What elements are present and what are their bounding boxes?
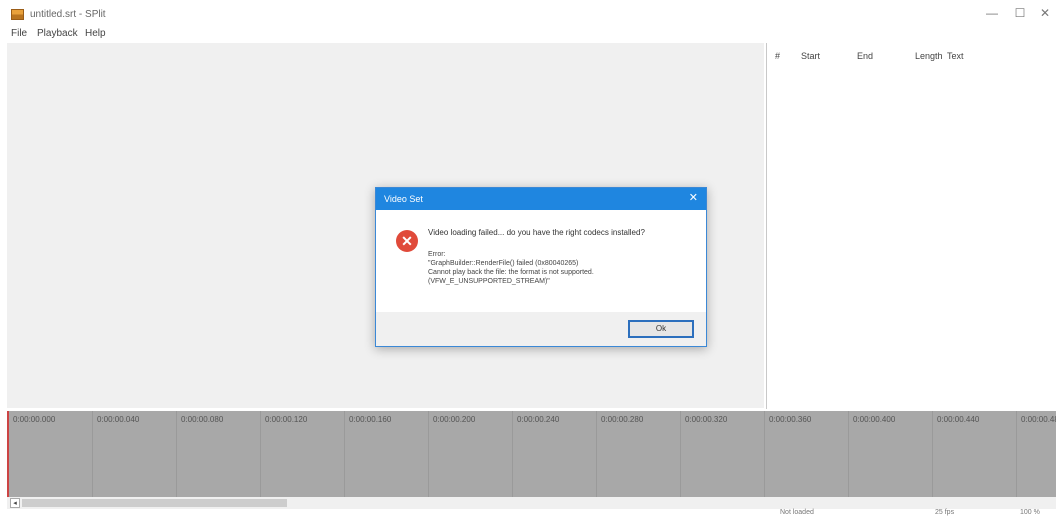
timeline-cell: 0:00:00.320: [681, 411, 765, 497]
timeline-label: 0:00:00.040: [97, 415, 140, 424]
timeline-cell: 0:00:00.480: [1017, 411, 1056, 497]
timeline-label: 0:00:00.400: [853, 415, 896, 424]
dialog-close-icon[interactable]: ✕: [689, 191, 698, 204]
column-text[interactable]: Text: [947, 51, 964, 61]
menu-file[interactable]: File: [11, 28, 27, 39]
timeline-cell: 0:00:00.240: [513, 411, 597, 497]
timeline-label: 0:00:00.000: [13, 415, 56, 424]
title-bar: untitled.srt - SPlit — ☐ ✕: [0, 0, 1056, 26]
scrollbar-thumb[interactable]: [22, 499, 287, 507]
app-icon: [11, 9, 24, 20]
timeline-cell: 0:00:00.200: [429, 411, 513, 497]
error-icon: ✕: [396, 230, 418, 252]
ok-button[interactable]: Ok: [628, 320, 694, 338]
timeline-label: 0:00:00.160: [349, 415, 392, 424]
menu-bar: File Playback Help: [0, 26, 1056, 42]
column-number[interactable]: #: [775, 51, 780, 61]
timeline-label: 0:00:00.200: [433, 415, 476, 424]
status-fps: 25 fps: [935, 509, 955, 516]
timeline[interactable]: 0:00:00.000 0:00:00.040 0:00:00.080 0:00…: [7, 411, 1056, 497]
timeline-cell: 0:00:00.040: [93, 411, 177, 497]
window-title: untitled.srt - SPlit: [30, 9, 106, 20]
timeline-cell: 0:00:00.440: [933, 411, 1017, 497]
dialog-error-details: Error: "GraphBuilder::RenderFile() faile…: [428, 250, 594, 286]
column-start[interactable]: Start: [801, 51, 820, 61]
column-length[interactable]: Length: [915, 51, 943, 61]
timeline-cell: 0:00:00.360: [765, 411, 849, 497]
dialog-message: Video loading failed... do you have the …: [428, 228, 645, 237]
error-line: Error:: [428, 251, 446, 258]
timeline-cell: 0:00:00.120: [261, 411, 345, 497]
close-button[interactable]: ✕: [1030, 4, 1056, 22]
timeline-label: 0:00:00.240: [517, 415, 560, 424]
timeline-cell: 0:00:00.400: [849, 411, 933, 497]
status-bar: Not loaded 25 fps 100 %: [0, 509, 1056, 519]
timeline-label: 0:00:00.440: [937, 415, 980, 424]
dialog-title: Video Set: [384, 194, 423, 204]
dialog-body: ✕ Video loading failed... do you have th…: [376, 210, 706, 312]
timeline-label: 0:00:00.360: [769, 415, 812, 424]
menu-playback[interactable]: Playback: [37, 28, 78, 39]
dialog-footer: Ok: [376, 312, 706, 346]
timeline-scrollbar[interactable]: ◂: [7, 497, 1056, 509]
menu-help[interactable]: Help: [85, 28, 106, 39]
status-load: Not loaded: [780, 509, 814, 516]
timeline-cell: 0:00:00.160: [345, 411, 429, 497]
timeline-label: 0:00:00.320: [685, 415, 728, 424]
column-end[interactable]: End: [857, 51, 873, 61]
subtitle-list[interactable]: # Start End Length Text: [766, 43, 1056, 409]
timeline-label: 0:00:00.480: [1021, 415, 1056, 424]
timeline-cell: 0:00:00.280: [597, 411, 681, 497]
minimize-button[interactable]: —: [977, 4, 1007, 22]
scroll-left-icon[interactable]: ◂: [10, 498, 20, 508]
timeline-cell: 0:00:00.000: [9, 411, 93, 497]
timeline-label: 0:00:00.080: [181, 415, 224, 424]
error-line: "GraphBuilder::RenderFile() failed (0x80…: [428, 260, 579, 267]
status-zoom: 100 %: [1020, 509, 1040, 516]
error-line: (VFW_E_UNSUPPORTED_STREAM)": [428, 278, 550, 285]
error-line: Cannot play back the file: the format is…: [428, 269, 594, 276]
timeline-cell: 0:00:00.080: [177, 411, 261, 497]
error-dialog: Video Set ✕ ✕ Video loading failed... do…: [375, 187, 707, 347]
dialog-title-bar: Video Set ✕: [376, 188, 706, 210]
timeline-label: 0:00:00.280: [601, 415, 644, 424]
timeline-label: 0:00:00.120: [265, 415, 308, 424]
